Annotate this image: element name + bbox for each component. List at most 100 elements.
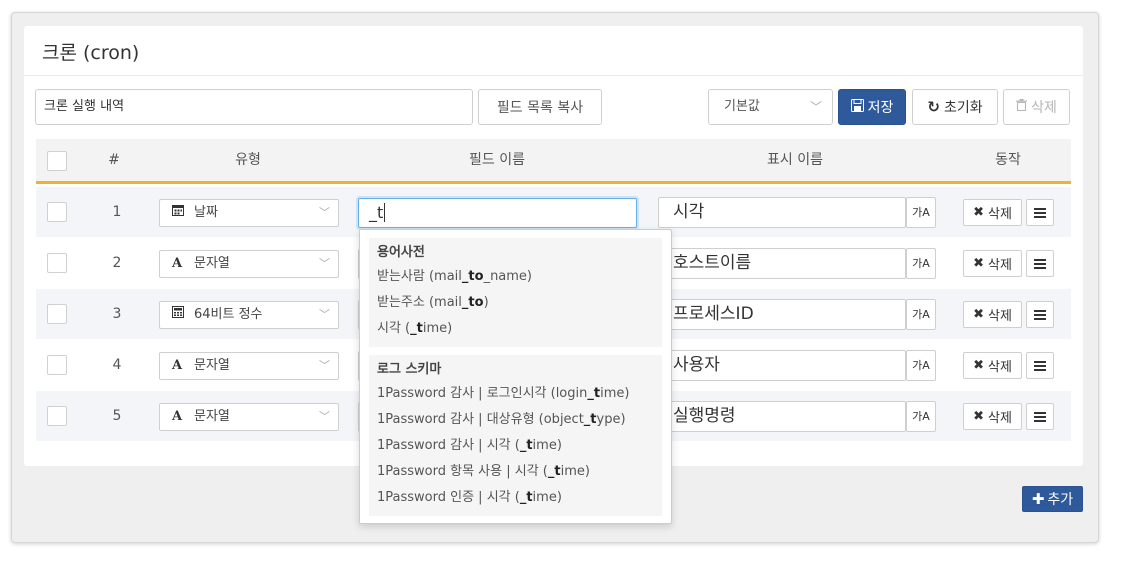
- type-select[interactable]: A 문자열 ﹀: [159, 352, 339, 380]
- add-field-button-label: 추가: [1047, 492, 1074, 508]
- row-checkbox[interactable]: [47, 202, 67, 222]
- translate-icon[interactable]: 가A: [906, 350, 936, 381]
- drag-handle-icon[interactable]: [1026, 199, 1054, 226]
- drag-handle-icon[interactable]: [1026, 403, 1054, 430]
- refresh-icon: ↻: [927, 98, 940, 116]
- type-select-value: 문자열: [194, 256, 230, 271]
- translate-icon[interactable]: 가A: [906, 299, 936, 330]
- chevron-down-icon: ﹀: [319, 308, 330, 321]
- column-header-display-name[interactable]: 표시 이름: [767, 139, 823, 184]
- row-checkbox[interactable]: [47, 406, 67, 426]
- row-delete-label: 삭제: [987, 360, 1012, 375]
- field-name-input[interactable]: _t: [358, 198, 637, 228]
- display-name-input[interactable]: 시각: [658, 197, 906, 228]
- text-cursor: [384, 203, 386, 222]
- close-icon: ✖: [973, 256, 984, 271]
- type-select-value: 64비트 정수: [194, 307, 263, 322]
- autocomplete-item[interactable]: 시각 (_time): [377, 316, 654, 342]
- plus-icon: ✚: [1031, 490, 1045, 508]
- text-icon: A: [172, 256, 183, 271]
- type-select[interactable]: 64비트 정수 ﹀: [159, 301, 339, 329]
- row-delete-button[interactable]: ✖ 삭제: [963, 199, 1022, 226]
- type-select-value: 문자열: [194, 409, 230, 424]
- select-all-checkbox[interactable]: [47, 151, 67, 171]
- row-delete-label: 삭제: [987, 309, 1012, 324]
- delete-button[interactable]: 삭제: [1003, 89, 1070, 125]
- preset-select-value: 기본값: [724, 99, 760, 114]
- column-header-number: #: [108, 152, 120, 168]
- row-checkbox[interactable]: [47, 304, 67, 324]
- row-delete-label: 삭제: [987, 411, 1012, 426]
- chevron-down-icon: ﹀: [319, 206, 330, 219]
- type-select[interactable]: A 문자열 ﹀: [159, 403, 339, 431]
- row-checkbox[interactable]: [47, 253, 67, 273]
- field-name-value: _t: [369, 203, 384, 222]
- drag-handle-icon[interactable]: [1026, 301, 1054, 328]
- add-field-button[interactable]: ✚ 추가: [1022, 486, 1083, 512]
- translate-icon[interactable]: 가A: [906, 401, 936, 432]
- translate-icon[interactable]: 가A: [906, 197, 936, 228]
- chevron-down-icon: ﹀: [809, 100, 822, 114]
- title-divider: [24, 75, 1083, 76]
- autocomplete-group-title: 용어사전: [377, 245, 425, 260]
- autocomplete-item[interactable]: 1Password 항목 사용 | 시각 (_time): [377, 459, 654, 485]
- type-select-value: 문자열: [194, 358, 230, 373]
- autocomplete-item[interactable]: 받는사람 (mail_to_name): [377, 264, 654, 290]
- column-header-field-name[interactable]: 필드 이름: [469, 139, 525, 184]
- drag-handle-icon[interactable]: [1026, 250, 1054, 277]
- parser-name-input[interactable]: 크론 실행 내역: [35, 89, 473, 125]
- reset-button[interactable]: ↻ 초기화: [912, 89, 998, 125]
- type-select[interactable]: 날짜 ﹀: [159, 199, 339, 227]
- autocomplete-item[interactable]: 1Password 감사 | 대상유형 (object_type): [377, 407, 654, 433]
- chevron-down-icon: ﹀: [319, 359, 330, 372]
- row-number: 1: [112, 204, 122, 220]
- row-number: 5: [112, 408, 122, 424]
- translate-icon[interactable]: 가A: [906, 248, 936, 279]
- autocomplete-item[interactable]: 받는주소 (mail_to): [377, 290, 654, 316]
- chevron-down-icon: ﹀: [319, 257, 330, 270]
- chevron-down-icon: ﹀: [319, 410, 330, 423]
- save-button[interactable]: 저장: [838, 89, 906, 125]
- text-icon: A: [172, 409, 183, 424]
- column-header-action: 동작: [995, 152, 1021, 168]
- delete-button-label: 삭제: [1031, 100, 1057, 116]
- display-name-input[interactable]: 실행명령: [658, 401, 906, 432]
- row-delete-button[interactable]: ✖ 삭제: [963, 301, 1022, 328]
- close-icon: ✖: [973, 358, 984, 373]
- autocomplete-item[interactable]: 1Password 인증 | 시각 (_time): [377, 485, 654, 511]
- calculator-icon: [172, 302, 194, 328]
- text-icon: A: [172, 358, 183, 373]
- display-name-input[interactable]: 사용자: [658, 350, 906, 381]
- column-header-type[interactable]: 유형: [235, 139, 261, 184]
- drag-handle-icon[interactable]: [1026, 352, 1054, 379]
- type-select-value: 날짜: [194, 205, 218, 220]
- preset-select[interactable]: 기본값 ﹀: [708, 89, 833, 125]
- row-number: 3: [112, 306, 122, 322]
- display-name-input[interactable]: 프로세스ID: [658, 299, 906, 330]
- row-checkbox[interactable]: [47, 355, 67, 375]
- floppy-disk-icon: [850, 98, 864, 116]
- close-icon: ✖: [973, 409, 984, 424]
- row-delete-button[interactable]: ✖ 삭제: [963, 352, 1022, 379]
- close-icon: ✖: [973, 307, 984, 322]
- save-button-label: 저장: [867, 100, 894, 116]
- calendar-icon: [172, 200, 194, 226]
- type-select[interactable]: A 문자열 ﹀: [159, 250, 339, 278]
- row-delete-button[interactable]: ✖ 삭제: [963, 250, 1022, 277]
- row-number: 2: [112, 255, 122, 271]
- field-name-autocomplete: 용어사전 받는사람 (mail_to_name) 받는주소 (mail_to) …: [359, 229, 672, 524]
- row-delete-label: 삭제: [987, 258, 1012, 273]
- autocomplete-item[interactable]: 1Password 감사 | 로그인시각 (login_time): [377, 381, 654, 407]
- copy-field-list-button[interactable]: 필드 목록 복사: [478, 89, 602, 125]
- table-header: # 유형 필드 이름 표시 이름 동작: [36, 139, 1071, 184]
- row-delete-button[interactable]: ✖ 삭제: [963, 403, 1022, 430]
- reset-button-label: 초기화: [943, 100, 983, 116]
- close-icon: ✖: [973, 205, 984, 220]
- autocomplete-group: 로그 스키마 1Password 감사 | 로그인시각 (login_time)…: [369, 355, 662, 516]
- page-title: 크론 (cron): [42, 42, 140, 64]
- row-delete-label: 삭제: [987, 207, 1012, 222]
- autocomplete-group-title: 로그 스키마: [377, 362, 442, 377]
- autocomplete-item[interactable]: 1Password 감사 | 시각 (_time): [377, 433, 654, 459]
- row-number: 4: [112, 357, 122, 373]
- display-name-input[interactable]: 호스트이름: [658, 248, 906, 279]
